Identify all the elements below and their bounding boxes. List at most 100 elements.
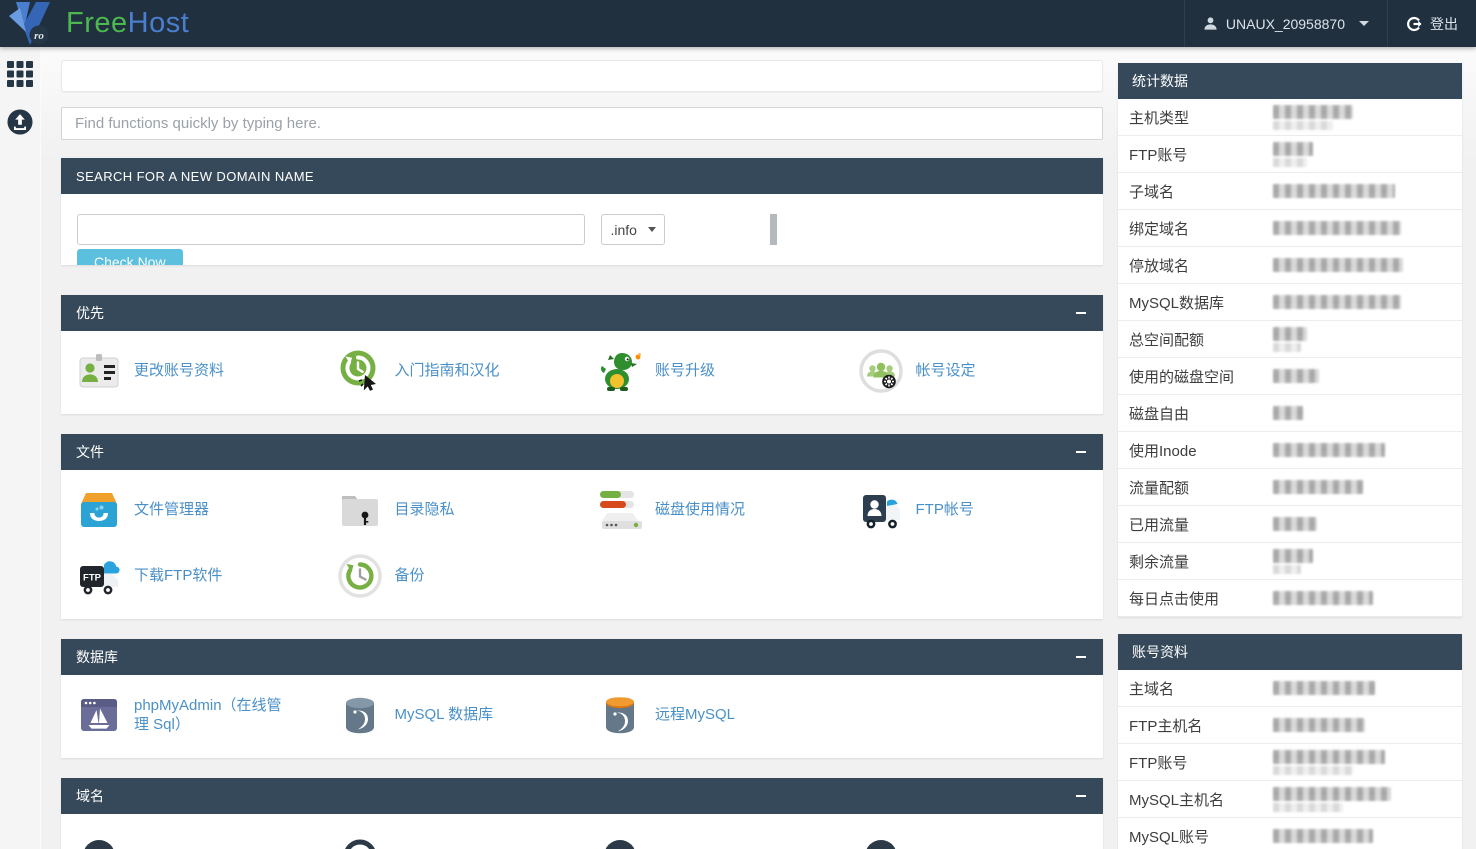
collapse-minus-icon[interactable] xyxy=(1074,445,1088,459)
feature-item[interactable]: 备份 xyxy=(322,551,583,601)
censored-value xyxy=(1273,99,1353,135)
info-row: 使用的磁盘空间 xyxy=(1118,358,1462,395)
censored-value xyxy=(1273,580,1373,616)
info-row-label: MySQL主机名 xyxy=(1129,791,1225,809)
censored-value xyxy=(1273,670,1375,706)
section-header: 域名 xyxy=(61,778,1103,814)
remote-mysql-icon xyxy=(598,693,642,737)
info-row-label: 绑定域名 xyxy=(1129,220,1190,238)
feature-item[interactable]: 目录隐私 xyxy=(322,485,583,535)
domain-input[interactable] xyxy=(77,214,585,245)
info-row: 剩余流量 xyxy=(1118,543,1462,580)
feature-item[interactable]: 远程MySQL xyxy=(582,690,843,740)
info-row: FTP主机名 xyxy=(1118,707,1462,744)
feature-item[interactable] xyxy=(61,829,322,849)
directory-privacy-icon xyxy=(338,488,382,532)
info-row: MySQL主机名 xyxy=(1118,781,1462,818)
info-row: 主域名 xyxy=(1118,670,1462,707)
account-settings-icon xyxy=(858,349,903,393)
feature-label[interactable]: 磁盘使用情况 xyxy=(655,500,745,520)
info-row: MySQL账号 xyxy=(1118,818,1462,849)
censored-value xyxy=(1273,432,1385,468)
feature-label[interactable]: 账号升级 xyxy=(655,361,715,381)
upload-icon[interactable] xyxy=(7,109,33,135)
feature-label[interactable]: 文件管理器 xyxy=(134,500,209,520)
user-menu[interactable]: UNAUX_20958870 xyxy=(1183,0,1387,47)
disk-usage-icon xyxy=(598,488,642,532)
feature-label[interactable]: 帐号设定 xyxy=(916,361,976,381)
section-title: 优先 xyxy=(76,305,104,321)
feature-item[interactable]: 入门指南和汉化 xyxy=(322,346,583,396)
feature-item[interactable] xyxy=(322,829,583,849)
circle-solid-icon xyxy=(859,832,903,849)
collapse-minus-icon[interactable] xyxy=(1074,306,1088,320)
censored-value xyxy=(1273,210,1401,246)
logout-icon xyxy=(1407,16,1422,31)
tld-select[interactable]: .info xyxy=(601,214,666,245)
feature-label[interactable]: FTP帐号 xyxy=(916,500,974,520)
censored-value xyxy=(1273,358,1319,394)
info-row-label: 磁盘自由 xyxy=(1129,405,1190,423)
feature-item[interactable]: 磁盘使用情况 xyxy=(582,485,843,535)
censored-value xyxy=(1273,506,1317,542)
logo-text: FreeHost xyxy=(66,7,190,39)
phpmyadmin-icon xyxy=(77,693,121,737)
info-row-label: 主机类型 xyxy=(1129,109,1190,127)
chevron-down-icon xyxy=(1359,21,1369,26)
section-数据库: 数据库 phpMyAdmin（在线管理 Sql） MySQL 数据库 远程MyS… xyxy=(61,639,1103,758)
info-row: 已用流量 xyxy=(1118,506,1462,543)
section-body: 文件管理器 目录隐私 磁盘使用情况 FTP帐号 FTP 下载FTP软件 备份 xyxy=(61,470,1103,619)
app-grid-icon[interactable] xyxy=(7,61,33,87)
feature-label[interactable]: 远程MySQL xyxy=(655,705,735,725)
info-row: 磁盘自由 xyxy=(1118,395,1462,432)
info-row: 总空间配额 xyxy=(1118,321,1462,358)
feature-item[interactable]: 账号升级 xyxy=(582,346,843,396)
notification-bar xyxy=(61,60,1103,92)
feature-item[interactable]: 更改账号资料 xyxy=(61,346,322,396)
feature-item[interactable]: phpMyAdmin（在线管理 Sql） xyxy=(61,690,322,740)
domain-search-panel: SEARCH FOR A NEW DOMAIN NAME .info Check… xyxy=(61,158,1103,265)
info-row: 绑定域名 xyxy=(1118,210,1462,247)
topbar: ro FreeHost UNAUX_20958870 登出 xyxy=(0,0,1476,47)
censored-value xyxy=(1273,321,1307,357)
section-body: 更改账号资料 入门指南和汉化 账号升级 帐号设定 xyxy=(61,331,1103,414)
info-row: 使用Inode xyxy=(1118,432,1462,469)
feature-item[interactable]: MySQL 数据库 xyxy=(322,690,583,740)
info-row-label: 子域名 xyxy=(1129,183,1175,201)
info-row: 子域名 xyxy=(1118,173,1462,210)
info-row-label: FTP账号 xyxy=(1129,146,1188,164)
tld-selected-value: .info xyxy=(610,221,637,238)
collapse-minus-icon[interactable] xyxy=(1074,789,1088,803)
section-header: 优先 xyxy=(61,295,1103,331)
app-logo[interactable]: ro FreeHost xyxy=(0,0,189,47)
id-card-icon xyxy=(77,349,121,393)
collapse-minus-icon[interactable] xyxy=(1074,650,1088,664)
feature-item[interactable]: 帐号设定 xyxy=(843,346,1104,396)
feature-item[interactable]: FTP 下载FTP软件 xyxy=(61,551,322,601)
info-row-label: 剩余流量 xyxy=(1129,553,1190,571)
feature-label[interactable]: 备份 xyxy=(395,566,425,586)
feature-label[interactable]: phpMyAdmin（在线管理 Sql） xyxy=(134,696,296,735)
feature-item[interactable] xyxy=(843,829,1104,849)
section-域名: 域名 xyxy=(61,778,1103,849)
feature-label[interactable]: 下载FTP软件 xyxy=(134,566,222,586)
domain-search-body: .info Check Now xyxy=(61,194,1103,265)
loader-bar xyxy=(770,214,777,245)
feature-label[interactable]: 更改账号资料 xyxy=(134,361,224,381)
ftp-accounts-icon xyxy=(859,488,903,532)
feature-label[interactable]: 入门指南和汉化 xyxy=(395,361,500,381)
user-icon xyxy=(1204,17,1217,30)
mysql-db-icon xyxy=(338,693,382,737)
file-manager-icon xyxy=(77,488,121,532)
check-now-button[interactable]: Check Now xyxy=(77,249,183,265)
feature-item[interactable]: FTP帐号 xyxy=(843,485,1104,535)
censored-value xyxy=(1273,136,1313,172)
feature-item[interactable] xyxy=(582,829,843,849)
feature-label[interactable]: MySQL 数据库 xyxy=(395,705,494,725)
logout-button[interactable]: 登出 xyxy=(1387,0,1476,47)
feature-item[interactable]: 文件管理器 xyxy=(61,485,322,535)
quick-find-input[interactable] xyxy=(61,107,1103,140)
info-row: FTP账号 xyxy=(1118,744,1462,781)
feature-label[interactable]: 目录隐私 xyxy=(395,500,455,520)
censored-value xyxy=(1273,395,1303,431)
